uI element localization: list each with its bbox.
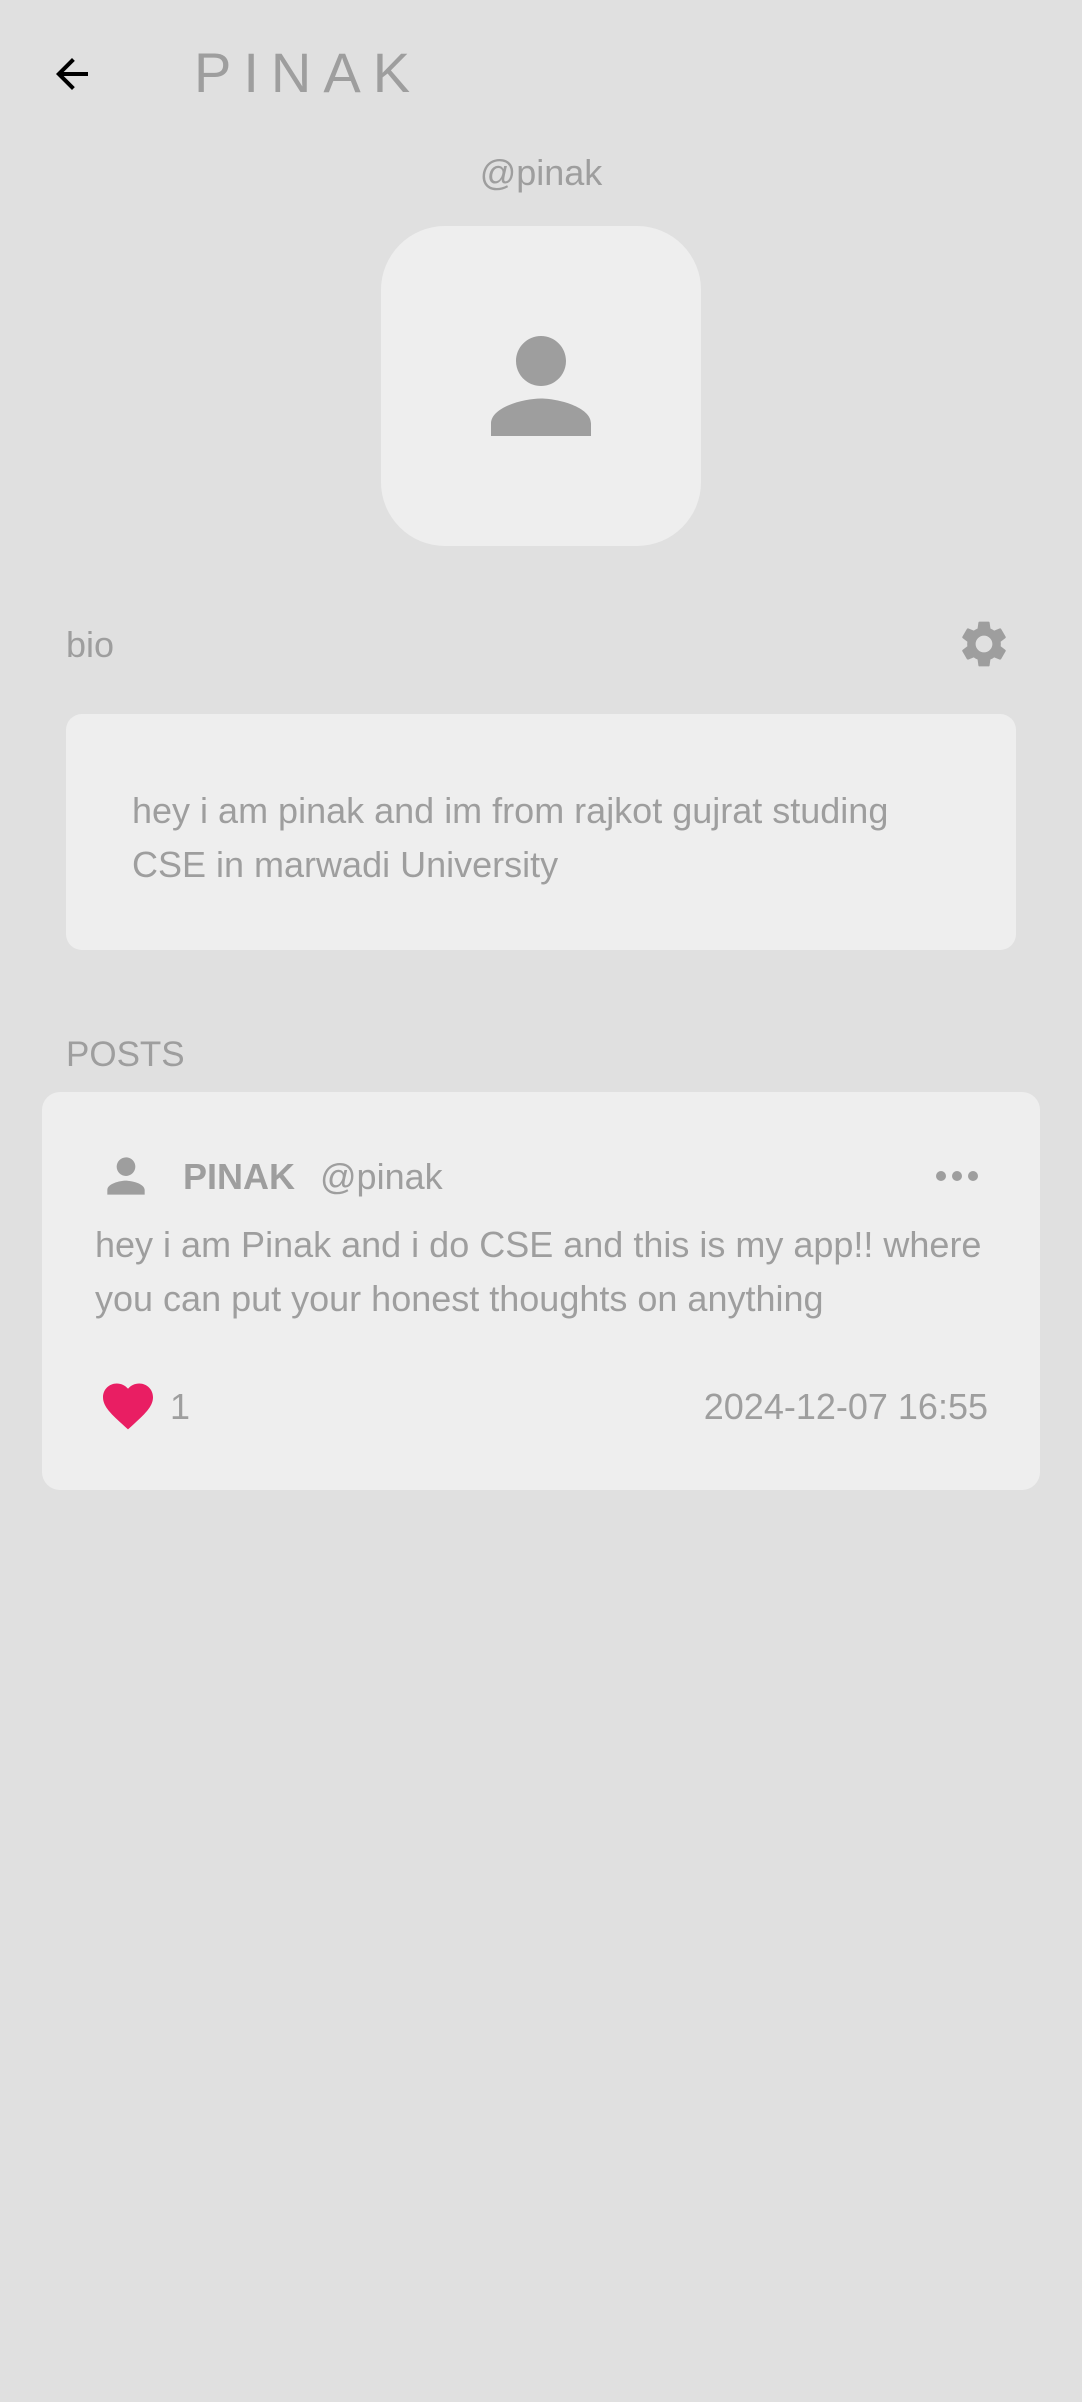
heart-icon: [103, 1383, 153, 1430]
posts-section-label: POSTS: [66, 1035, 185, 1074]
app-title: PINAK: [194, 41, 423, 104]
post-author-avatar: [98, 1148, 154, 1204]
post-timestamp: 2024-12-07 16:55: [703, 1386, 988, 1427]
profile-username: @pinak: [479, 152, 603, 193]
edit-bio-settings-button[interactable]: [954, 614, 1014, 674]
app-bar: PINAK: [0, 0, 1082, 140]
bio-text: hey i am pinak and im from rajkot gujrat…: [132, 790, 889, 885]
post-more-button[interactable]: [922, 1146, 992, 1206]
bio-label: bio: [66, 624, 115, 665]
person-icon: [491, 336, 591, 436]
post-card: PINAK @pinak hey i am Pinak and i do CSE…: [42, 1092, 1040, 1490]
person-icon: [107, 1157, 145, 1195]
avatar: [381, 226, 701, 546]
gear-icon: [962, 621, 1006, 667]
post-author-handle: @pinak: [320, 1156, 443, 1197]
more-horizontal-icon: [936, 1171, 978, 1181]
bio-card: hey i am pinak and im from rajkot gujrat…: [66, 714, 1016, 950]
like-button[interactable]: [96, 1374, 160, 1438]
arrow-left-icon: [56, 58, 88, 90]
profile-screen: PINAK @pinak bio hey i am pinak and im f…: [0, 0, 1082, 2402]
like-count: 1: [170, 1386, 191, 1427]
back-button[interactable]: [42, 44, 102, 104]
post-author-name: PINAK: [183, 1156, 296, 1197]
post-text: hey i am Pinak and i do CSE and this is …: [95, 1224, 982, 1319]
